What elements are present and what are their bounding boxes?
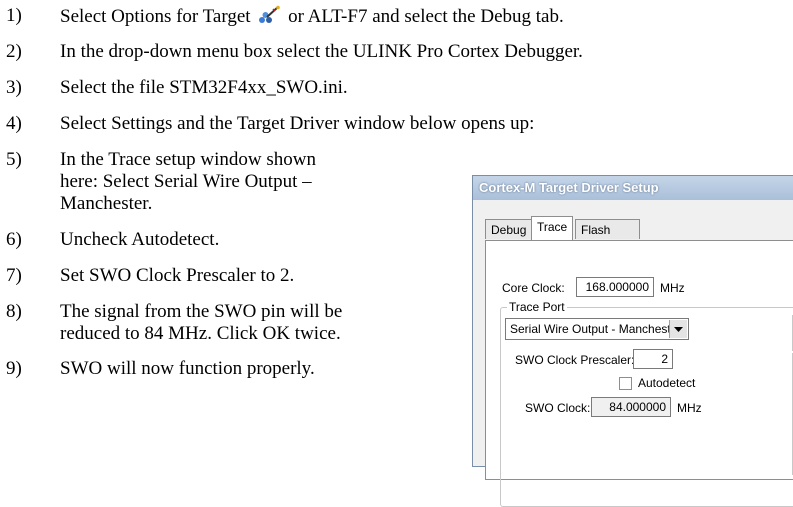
step-text-part: Select Options for Target xyxy=(60,6,251,27)
step-number: 3) xyxy=(6,77,22,98)
dialog-title: Cortex-M Target Driver Setup xyxy=(473,176,793,200)
autodetect-checkbox[interactable] xyxy=(619,377,632,390)
step-text-line: Manchester. xyxy=(60,193,153,214)
step-text: Select the file STM32F4xx_SWO.ini. xyxy=(60,77,348,98)
swo-clock-unit: MHz xyxy=(677,401,702,415)
trace-port-label: Trace Port xyxy=(507,300,567,314)
step-number: 4) xyxy=(6,113,22,134)
step-text: The signal from the SWO pin will be redu… xyxy=(60,301,342,345)
step-number: 8) xyxy=(6,301,22,322)
core-clock-unit: MHz xyxy=(660,281,685,295)
trace-tab-panel: Core Clock: 168.000000 MHz Trace Port Se… xyxy=(485,240,793,507)
step-text: Select Options for Target or ALT-F7 and … xyxy=(60,5,564,28)
step-number: 5) xyxy=(6,149,22,170)
swo-clock-value: 84.000000 xyxy=(591,397,671,417)
step-number: 7) xyxy=(6,265,22,286)
step-text: Uncheck Autodetect. xyxy=(60,229,220,250)
step-text: In the drop-down menu box select the ULI… xyxy=(60,41,583,62)
core-clock-label: Core Clock: xyxy=(502,281,565,295)
trace-port-group: Trace Port Serial Wire Output - Manchest… xyxy=(500,300,793,507)
trace-port-value: Serial Wire Output - Manchester xyxy=(510,322,682,336)
step-text-line: In the Trace setup window shown xyxy=(60,149,316,170)
tab-trace[interactable]: Trace xyxy=(531,216,574,240)
step-number: 9) xyxy=(6,358,22,379)
core-clock-input[interactable]: 168.000000 xyxy=(576,277,654,297)
swo-prescaler-input[interactable]: 2 xyxy=(633,349,673,369)
step-number: 6) xyxy=(6,229,22,250)
step-text-line: The signal from the SWO pin will be xyxy=(60,301,343,322)
step-text: In the Trace setup window shown here: Se… xyxy=(60,149,316,215)
tab-flash-download[interactable]: Flash Download xyxy=(575,219,641,257)
options-for-target-icon xyxy=(259,5,281,23)
swo-prescaler-label: SWO Clock Prescaler: xyxy=(515,353,635,367)
step-text-part: or ALT-F7 and select the Debug tab. xyxy=(288,6,564,27)
swo-clock-label: SWO Clock: xyxy=(525,401,591,415)
step-number: 1) xyxy=(6,5,22,26)
step-text: SWO will now function properly. xyxy=(60,358,315,379)
step-text-line: here: Select Serial Wire Output – xyxy=(60,171,312,192)
target-driver-setup-dialog: Cortex-M Target Driver Setup Debug Trace… xyxy=(472,175,793,507)
step-text-line: reduced to 84 MHz. Click OK twice. xyxy=(60,323,341,344)
tab-debug[interactable]: Debug xyxy=(485,219,533,239)
autodetect-label: Autodetect xyxy=(638,376,696,390)
step-text: Set SWO Clock Prescaler to 2. xyxy=(60,265,295,286)
step-text: Select Settings and the Target Driver wi… xyxy=(60,113,535,134)
step-number: 2) xyxy=(6,41,22,62)
trace-port-select[interactable]: Serial Wire Output - Manchester xyxy=(505,318,689,340)
chevron-down-icon[interactable] xyxy=(669,320,687,338)
